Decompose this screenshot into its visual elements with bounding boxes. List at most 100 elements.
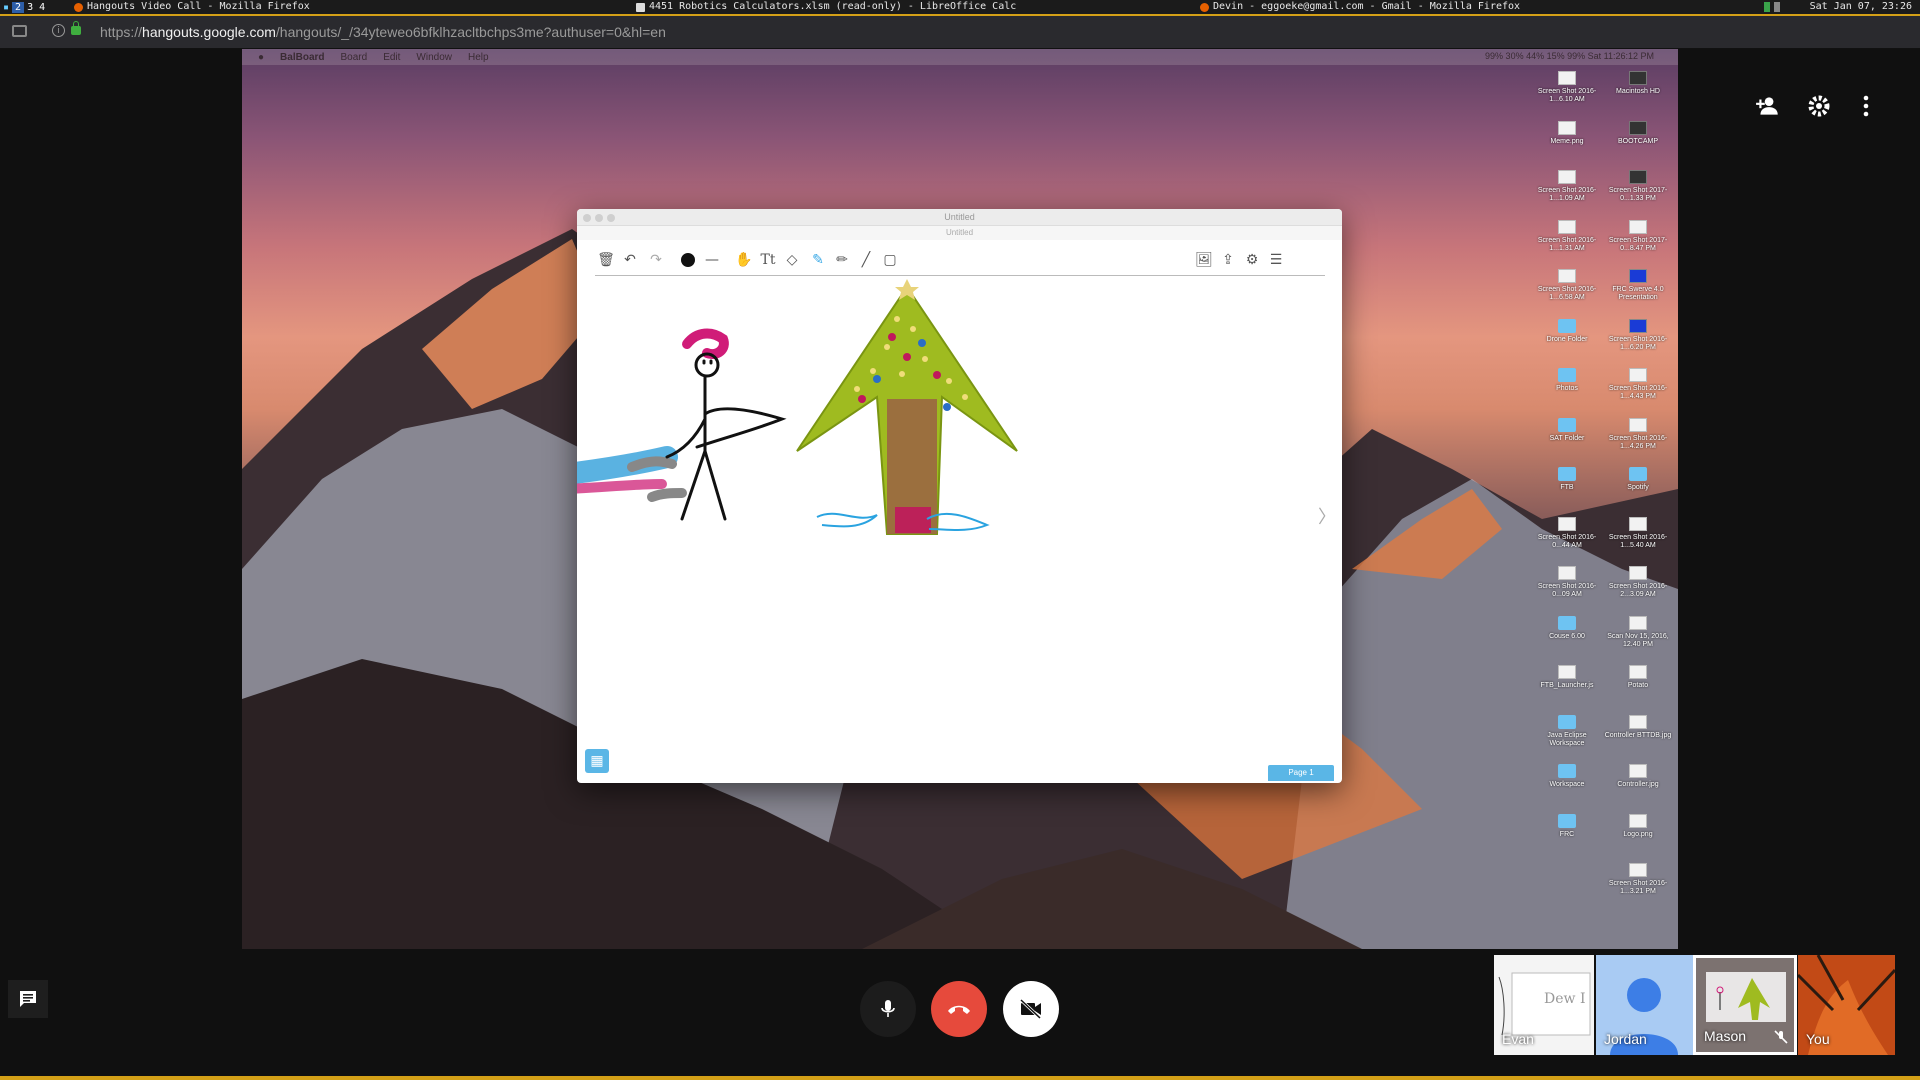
minimize-dot-icon xyxy=(595,214,603,222)
wm-window-gmail[interactable]: Devin - eggoeke@gmail.com - Gmail - Mozi… xyxy=(1200,0,1520,14)
desktop-icon: Screen Shot 2016-1...5.40 AM xyxy=(1603,516,1673,550)
file-icon xyxy=(1629,863,1647,877)
file-icon xyxy=(1558,516,1576,531)
desktop-icon: FTB_Launcher.js xyxy=(1532,665,1602,690)
desktop-icon-label: Screen Shot 2016-1...4.26 PM xyxy=(1608,434,1668,450)
desktop-icon-label: Screen Shot 2016-1...6.58 AM xyxy=(1537,286,1597,301)
sidebar-icon[interactable] xyxy=(12,25,27,37)
whiteboard-window: Untitled Untitled 🗑 ↶ ↷ — ✋ Tt ◇ ✎ ✏ ╱ ▢… xyxy=(577,209,1342,783)
desktop-icon-label: Couse 6.00 xyxy=(1549,632,1585,640)
mic-icon xyxy=(881,1000,895,1017)
file-icon xyxy=(1629,120,1647,135)
wm-launcher-icon[interactable]: ▪ xyxy=(0,2,12,13)
desktop-icon: Logo.png xyxy=(1603,813,1673,839)
file-icon xyxy=(1629,813,1647,828)
desktop-icon-label: Screen Shot 2016-1...5.40 AM xyxy=(1608,533,1668,549)
wm-window-calc[interactable]: 4451 Robotics Calculators.xlsm (read-onl… xyxy=(636,0,1016,14)
end-call-button[interactable] xyxy=(931,981,987,1037)
desktop-icon: Potato xyxy=(1603,665,1673,690)
desktop-icon: Screen Shot 2017-0...1.33 PM xyxy=(1603,170,1673,203)
desktop-icon: Screen Shot 2016-1...1.09 AM xyxy=(1532,170,1602,203)
mac-status-items: 99% 30% 44% 15% 99% Sat 11:26:12 PM xyxy=(1485,51,1654,61)
folder-icon xyxy=(1558,417,1576,432)
desktop-icon: Java Eclipse Workspace xyxy=(1532,714,1602,748)
page-tab: Page 1 xyxy=(1268,765,1334,781)
desktop-icon: Macintosh HD xyxy=(1603,71,1673,96)
wm-window-hangouts[interactable]: Hangouts Video Call - Mozilla Firefox xyxy=(74,0,310,14)
lock-icon[interactable] xyxy=(71,21,81,35)
file-icon xyxy=(1558,120,1576,135)
workspace-3[interactable]: 3 xyxy=(24,2,36,13)
pages-grid-icon: ▦ xyxy=(585,749,609,773)
undo-icon: ↶ xyxy=(624,252,636,268)
desktop-icon: Screen Shot 2016-0...09 AM xyxy=(1532,566,1602,599)
gear-icon[interactable] xyxy=(1803,90,1835,122)
settings-icon: ⚙ xyxy=(1245,252,1259,268)
line-tool-icon: ╱ xyxy=(861,252,871,268)
bottom-border xyxy=(0,1076,1920,1080)
file-icon xyxy=(1629,566,1647,580)
file-icon xyxy=(1629,71,1647,85)
url-field[interactable]: https://hangouts.google.com/hangouts/_/3… xyxy=(100,24,666,40)
eraser-icon: ◇ xyxy=(786,252,798,268)
text-tool-icon: Tt xyxy=(760,252,776,268)
svg-text:Dew I: Dew I xyxy=(1544,991,1585,1007)
desktop-icon: Screen Shot 2017-0...8.47 PM xyxy=(1603,219,1673,253)
desktop-icon: FRC xyxy=(1532,813,1602,839)
file-icon xyxy=(1629,764,1647,778)
more-vert-icon[interactable] xyxy=(1850,90,1882,122)
workspace-4[interactable]: 4 xyxy=(36,2,48,13)
mac-menu-board: Board xyxy=(340,51,368,63)
stick-figure-drawing xyxy=(577,328,787,521)
participant-mason[interactable]: Mason xyxy=(1693,955,1797,1055)
desktop-icon-label: Java Eclipse Workspace xyxy=(1547,731,1587,747)
desktop-icon-label: Screen Shot 2016-1...1.09 AM xyxy=(1537,187,1597,202)
participant-you[interactable]: You xyxy=(1798,955,1895,1055)
desktop-icon-label: FRC xyxy=(1559,830,1575,838)
mic-button[interactable] xyxy=(860,981,916,1037)
participant-jordan[interactable]: Jordan xyxy=(1596,955,1693,1055)
file-icon xyxy=(1629,170,1647,184)
desktop-icon-label: Meme.png xyxy=(1550,137,1584,145)
desktop-icon: Screen Shot 2016-1...4.26 PM xyxy=(1603,417,1673,451)
desktop-icon-label: FRC Swerve 4.0 Presentation xyxy=(1612,286,1664,301)
file-icon xyxy=(1629,368,1647,382)
file-icon xyxy=(1629,516,1647,531)
add-person-icon[interactable] xyxy=(1752,90,1784,122)
desktop-icon: Screen Shot 2016-1...4.43 PM xyxy=(1603,368,1673,401)
info-icon[interactable]: i xyxy=(52,24,65,37)
wm-clock: Sat Jan 07, 23:26 xyxy=(1809,1,1912,12)
desktop-icon: Couse 6.00 xyxy=(1532,615,1602,641)
desktop-icon: Screen Shot 2016-1...1.31 AM xyxy=(1532,219,1602,253)
firefox-icon xyxy=(1200,2,1209,12)
trash-icon: 🗑 xyxy=(597,252,615,268)
tray-network-icon xyxy=(1774,2,1780,12)
chat-icon[interactable] xyxy=(8,980,48,1018)
desktop-icon: Spotify xyxy=(1603,467,1673,492)
desktop-icon: Drone Folder xyxy=(1532,318,1602,344)
desktop-icon: Controller BTTDB.jpg xyxy=(1603,714,1673,740)
file-icon xyxy=(1629,269,1647,283)
window-manager-bar: ▪ 2 3 4 Hangouts Video Call - Mozilla Fi… xyxy=(0,0,1920,16)
desktop-icon-label: Workspace xyxy=(1549,781,1585,788)
desktop-icon-label: FTB xyxy=(1560,484,1574,491)
folder-icon xyxy=(1558,467,1576,481)
camera-off-button[interactable] xyxy=(1003,981,1059,1037)
desktop-icon-label: Logo.png xyxy=(1623,830,1653,838)
shape-tool-icon: ▢ xyxy=(883,252,897,268)
desktop-icon-label: Photos xyxy=(1556,385,1578,392)
folder-icon xyxy=(1629,467,1647,481)
desktop-icon: Screen Shot 2016-1...6.10 AM xyxy=(1532,71,1602,104)
desktop-icon-label: FTB_Launcher.js xyxy=(1540,682,1594,689)
desktop-icon-label: Drone Folder xyxy=(1546,335,1588,343)
desktop-icon: Controller.jpg xyxy=(1603,764,1673,789)
file-icon xyxy=(1558,170,1576,184)
file-icon xyxy=(1558,269,1576,283)
desktop-icon-label: Screen Shot 2016-1...6.20 PM xyxy=(1608,335,1668,351)
desktop-icon-label: SAT Folder xyxy=(1549,434,1585,442)
workspace-2[interactable]: 2 xyxy=(12,1,25,13)
next-page-icon: 〉 xyxy=(1318,507,1336,528)
color-picker-icon xyxy=(677,249,699,271)
participant-evan[interactable]: Dew I Evan xyxy=(1494,955,1594,1055)
desktop-icon: SAT Folder xyxy=(1532,417,1602,443)
